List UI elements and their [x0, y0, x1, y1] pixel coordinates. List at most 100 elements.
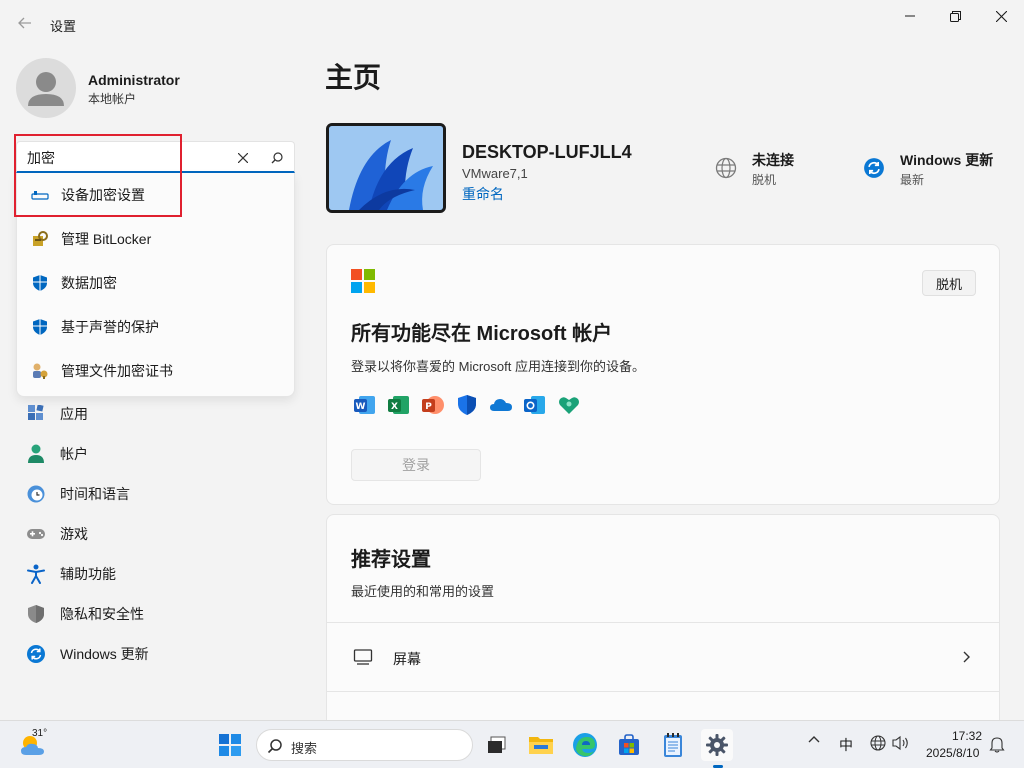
accessibility-icon: [26, 564, 46, 584]
back-arrow-icon: [18, 17, 31, 29]
microsoft-account-card: 脱机 所有功能尽在 Microsoft 帐户 登录以将你喜爱的 Microsof…: [326, 244, 1000, 505]
search-input[interactable]: [27, 148, 227, 168]
update-icon: [864, 158, 884, 178]
network-status-button[interactable]: [714, 156, 738, 180]
suggestion-label: 基于声誉的保护: [61, 319, 159, 335]
network-tray-button[interactable]: [869, 735, 887, 751]
folder-icon: [529, 737, 553, 754]
svg-text:W: W: [356, 402, 366, 412]
notifications-button[interactable]: [988, 735, 1006, 753]
sidebar-item-apps[interactable]: 应用: [16, 396, 295, 432]
clock-time[interactable]: 17:32: [952, 729, 982, 743]
update-icon: [26, 644, 46, 664]
sidebar-item-privacy-security[interactable]: 隐私和安全性: [16, 596, 295, 632]
notepad-button[interactable]: [657, 729, 689, 761]
back-button[interactable]: [14, 12, 36, 34]
show-hidden-icons-button[interactable]: [806, 735, 822, 743]
store-button[interactable]: [613, 729, 645, 761]
sidebar-item-label: 隐私和安全性: [60, 606, 144, 622]
weather-temperature: 31°: [32, 728, 48, 739]
clock-globe-icon: [26, 484, 46, 504]
monitor-icon: [353, 649, 373, 665]
network-status-sub: 脱机: [752, 173, 777, 187]
account-type: 本地帐户: [88, 92, 137, 106]
recommended-item-display[interactable]: 屏幕: [327, 623, 999, 691]
suggestion-file-encryption-certificates[interactable]: 管理文件加密证书: [17, 349, 296, 393]
gear-icon: [706, 734, 728, 756]
word-icon: W: [354, 396, 375, 414]
minimize-icon: [905, 15, 915, 17]
taskbar-search[interactable]: 搜索: [256, 729, 473, 761]
suggestion-label: 管理文件加密证书: [61, 363, 173, 379]
page-title: 主页: [325, 62, 382, 93]
key-icon: [31, 186, 49, 204]
minimize-button[interactable]: [887, 0, 933, 32]
sidebar-item-accounts[interactable]: 帐户: [16, 436, 295, 472]
svg-text:X: X: [391, 402, 398, 412]
app-title: 设置: [50, 19, 77, 34]
title-bar: 设置: [0, 0, 1024, 48]
bitlocker-icon: [31, 230, 49, 248]
search-button[interactable]: [267, 148, 287, 168]
file-explorer-button[interactable]: [525, 729, 557, 761]
edge-button[interactable]: [569, 729, 601, 761]
certificate-icon: [31, 362, 49, 380]
close-icon: [238, 153, 248, 163]
rename-link[interactable]: 重命名: [462, 184, 504, 204]
privacy-shield-icon: [26, 604, 46, 624]
suggestion-reputation-protection[interactable]: 基于声誉的保护: [17, 305, 296, 349]
suggestion-data-encryption[interactable]: 数据加密: [17, 261, 296, 305]
sidebar-item-gaming[interactable]: 游戏: [16, 516, 295, 552]
svg-text:P: P: [425, 402, 432, 412]
update-status-button[interactable]: [862, 156, 886, 180]
close-button[interactable]: [978, 0, 1024, 32]
notepad-icon: [664, 733, 682, 757]
settings-button[interactable]: [701, 729, 733, 761]
avatar[interactable]: [16, 58, 76, 118]
sidebar-item-label: 游戏: [60, 526, 88, 542]
sidebar-item-label: 辅助功能: [60, 566, 116, 582]
suggestion-bitlocker[interactable]: 管理 BitLocker: [17, 217, 296, 261]
divider: [327, 691, 999, 692]
sidebar-item-accessibility[interactable]: 辅助功能: [16, 556, 295, 592]
sidebar-item-time-language[interactable]: 时间和语言: [16, 476, 295, 512]
sidebar-item-label: 应用: [60, 406, 88, 422]
volume-tray-button[interactable]: [892, 735, 910, 751]
taskbar: 31° 搜索 中 17:32 2025/8/10: [0, 720, 1024, 768]
recommended-settings-card: 推荐设置 最近使用的和常用的设置 屏幕: [326, 514, 1000, 734]
speaker-icon: [892, 735, 908, 751]
globe-icon: [870, 735, 886, 751]
powerpoint-icon: P: [422, 396, 444, 414]
input-method-indicator[interactable]: 中: [836, 735, 856, 755]
user-icon: [28, 72, 64, 106]
card-description: 登录以将你喜爱的 Microsoft 应用连接到你的设备。: [351, 359, 645, 374]
taskbar-search-label: 搜索: [291, 741, 318, 756]
restore-icon: [949, 10, 961, 22]
suggestion-device-encryption[interactable]: 设备加密设置: [17, 173, 296, 217]
suggestion-label: 数据加密: [61, 275, 117, 291]
update-status-title: Windows 更新: [900, 152, 994, 168]
device-name: DESKTOP-LUFJLL4: [462, 142, 632, 162]
family-icon: [559, 397, 579, 414]
restore-button[interactable]: [932, 0, 978, 32]
windows-logo-icon: [219, 734, 241, 756]
card-title: 推荐设置: [351, 549, 431, 571]
task-view-icon: [488, 736, 506, 753]
search-icon: [267, 739, 282, 754]
sidebar-item-label: Windows 更新: [60, 646, 149, 662]
start-button[interactable]: [214, 729, 246, 761]
sidebar-item-label: 时间和语言: [60, 486, 130, 502]
offline-badge[interactable]: 脱机: [922, 270, 976, 296]
close-icon: [995, 10, 1007, 22]
clear-search-button[interactable]: [233, 148, 253, 168]
task-view-button[interactable]: [481, 729, 513, 761]
suggestion-label: 设备加密设置: [61, 187, 145, 203]
globe-icon: [715, 157, 737, 179]
sidebar-item-windows-update[interactable]: Windows 更新: [16, 636, 295, 672]
search-icon: [271, 152, 283, 164]
signin-button[interactable]: 登录: [351, 449, 481, 481]
bloom-wallpaper-icon: [329, 126, 443, 210]
recommended-item-label: 屏幕: [393, 651, 421, 667]
card-description: 最近使用的和常用的设置: [351, 584, 495, 599]
clock-date[interactable]: 2025/8/10: [926, 746, 979, 760]
